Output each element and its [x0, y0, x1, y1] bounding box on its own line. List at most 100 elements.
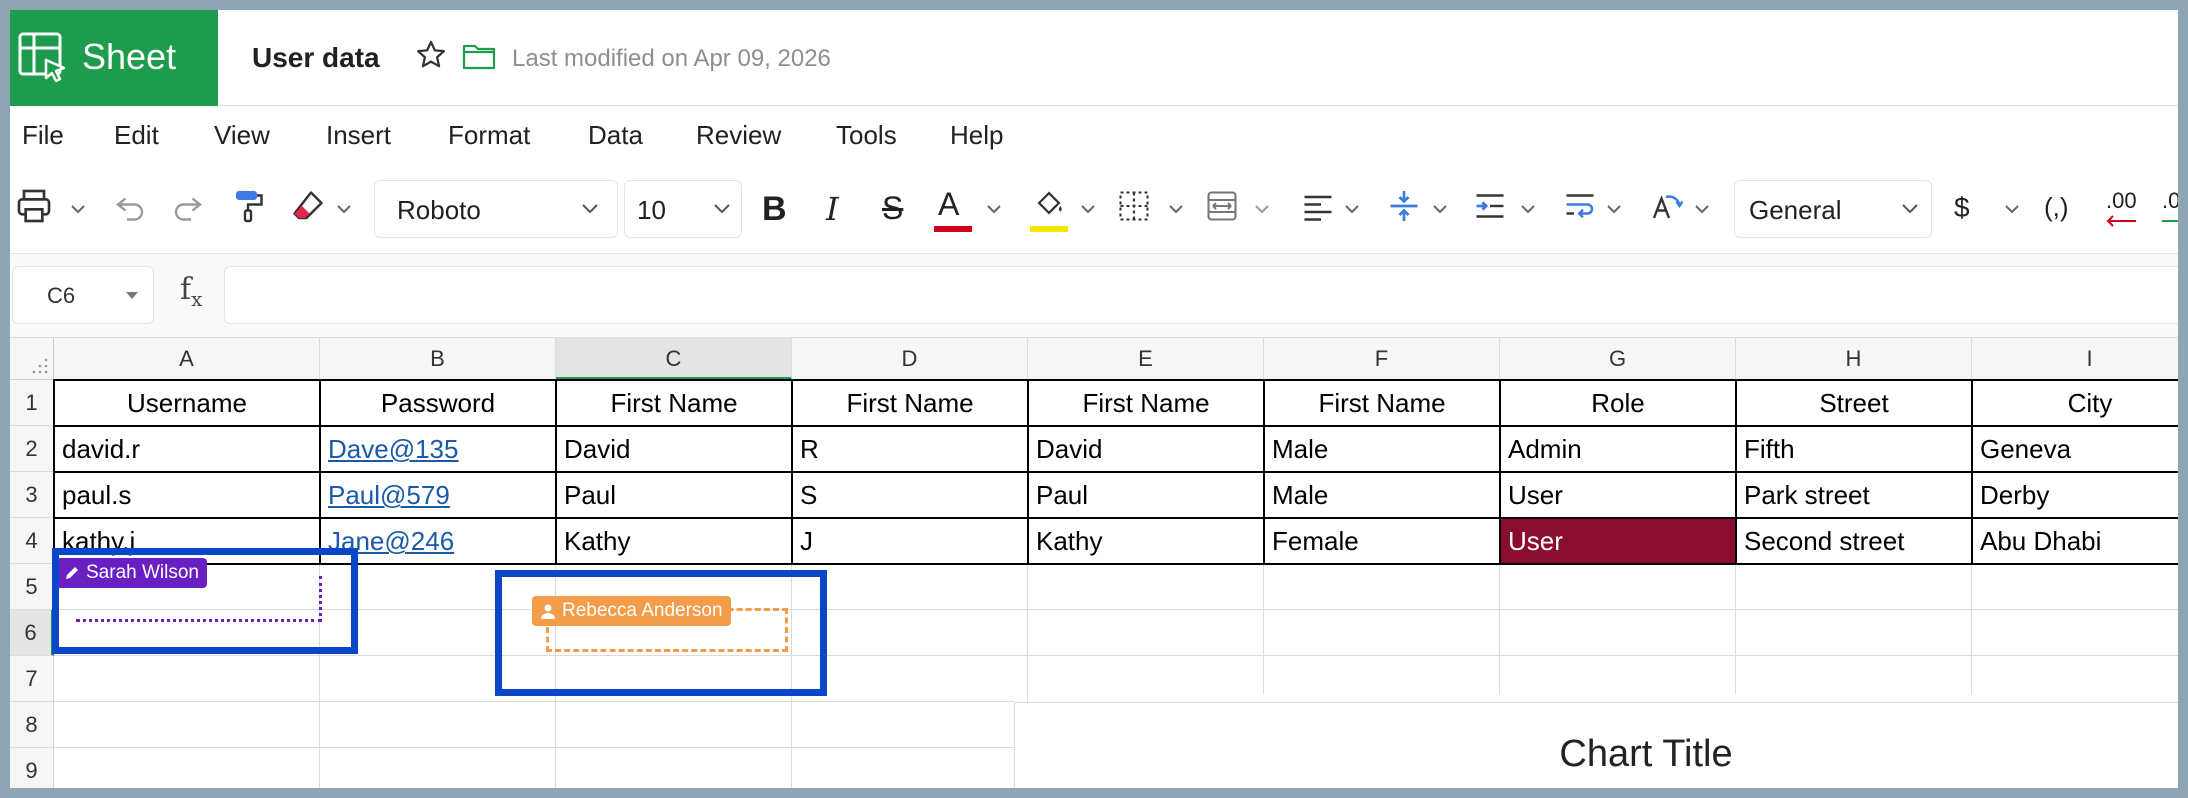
text-color-icon[interactable]: A — [934, 184, 972, 234]
clear-format-icon[interactable] — [290, 186, 326, 226]
row-header-3[interactable]: 3 — [10, 472, 54, 518]
menu-edit[interactable]: Edit — [114, 120, 159, 151]
redo-icon[interactable] — [170, 186, 206, 226]
cell-g3[interactable]: User — [1500, 472, 1736, 518]
cell-i3[interactable]: Derby — [1972, 472, 2178, 518]
header-cell-h[interactable]: Street — [1736, 380, 1972, 426]
header-cell-i[interactable]: City — [1972, 380, 2178, 426]
chevron-down-icon[interactable] — [1254, 204, 1270, 214]
cell-a2[interactable]: david.r — [54, 426, 320, 472]
cell-f4[interactable]: Female — [1264, 518, 1500, 564]
header-cell-e[interactable]: First Name — [1028, 380, 1264, 426]
cell-d2[interactable]: R — [792, 426, 1028, 472]
column-header-i[interactable]: I — [1972, 338, 2178, 380]
header-cell-g[interactable]: Role — [1500, 380, 1736, 426]
cell-h2[interactable]: Fifth — [1736, 426, 1972, 472]
column-header-b[interactable]: B — [320, 338, 556, 380]
row-header-1[interactable]: 1 — [10, 380, 54, 426]
cell-d3[interactable]: S — [792, 472, 1028, 518]
menu-format[interactable]: Format — [448, 120, 530, 151]
header-cell-d[interactable]: First Name — [792, 380, 1028, 426]
menu-data[interactable]: Data — [588, 120, 643, 151]
text-wrap-icon[interactable] — [1562, 186, 1598, 226]
bold-icon[interactable]: B — [762, 190, 787, 229]
column-header-f[interactable]: F — [1264, 338, 1500, 380]
menu-help[interactable]: Help — [950, 120, 1003, 151]
row-header-5[interactable]: 5 — [10, 564, 54, 610]
fill-color-icon[interactable] — [1030, 184, 1068, 234]
menu-tools[interactable]: Tools — [836, 120, 897, 151]
row-header-9[interactable]: 9 — [10, 748, 54, 788]
header-cell-a[interactable]: Username — [54, 380, 320, 426]
column-header-d[interactable]: D — [792, 338, 1028, 380]
cell-b2[interactable]: Dave@135 — [320, 426, 556, 472]
cell-c4[interactable]: Kathy — [556, 518, 792, 564]
cell-e3[interactable]: Paul — [1028, 472, 1264, 518]
cell-c2[interactable]: David — [556, 426, 792, 472]
print-icon[interactable] — [14, 186, 54, 226]
font-family-select[interactable]: Roboto — [374, 180, 618, 238]
cell-i2[interactable]: Geneva — [1972, 426, 2178, 472]
chart-container[interactable]: Chart Title — [1014, 702, 2178, 788]
chevron-down-icon[interactable] — [1694, 204, 1710, 214]
header-cell-f[interactable]: First Name — [1264, 380, 1500, 426]
chevron-down-icon[interactable] — [1168, 204, 1184, 214]
column-header-h[interactable]: H — [1736, 338, 1972, 380]
column-header-g[interactable]: G — [1500, 338, 1736, 380]
function-icon[interactable]: fx — [180, 272, 202, 311]
chart-title[interactable]: Chart Title — [1015, 733, 2178, 776]
strikethrough-icon[interactable]: S — [882, 190, 903, 227]
column-header-e[interactable]: E — [1028, 338, 1264, 380]
cell-b3[interactable]: Paul@579 — [320, 472, 556, 518]
increase-decimal-button[interactable]: .00 — [2160, 188, 2178, 234]
chevron-down-icon[interactable] — [2004, 204, 2020, 214]
app-brand[interactable]: Sheet — [10, 10, 218, 106]
document-title[interactable]: User data — [252, 42, 380, 74]
cell-i4[interactable]: Abu Dhabi — [1972, 518, 2178, 564]
menu-file[interactable]: File — [22, 120, 64, 151]
decrease-decimal-button[interactable]: .00 — [2104, 188, 2144, 234]
cell-g4[interactable]: User — [1500, 518, 1736, 564]
chevron-down-icon[interactable] — [70, 204, 86, 214]
align-left-icon[interactable] — [1300, 186, 1336, 226]
chevron-down-icon[interactable] — [336, 204, 352, 214]
chevron-down-icon[interactable] — [1432, 204, 1448, 214]
column-header-a[interactable]: A — [54, 338, 320, 380]
chevron-down-icon[interactable] — [1606, 204, 1622, 214]
row-header-8[interactable]: 8 — [10, 702, 54, 748]
cell-f3[interactable]: Male — [1264, 472, 1500, 518]
row-header-6[interactable]: 6 — [10, 610, 54, 656]
paint-format-icon[interactable] — [230, 186, 266, 226]
cell-e4[interactable]: Kathy — [1028, 518, 1264, 564]
row-header-7[interactable]: 7 — [10, 656, 54, 702]
currency-format-button[interactable]: $ — [1954, 192, 1970, 224]
star-icon[interactable] — [414, 38, 448, 72]
chevron-down-icon[interactable] — [1080, 204, 1096, 214]
font-size-select[interactable]: 10 — [624, 180, 742, 238]
chevron-down-icon[interactable] — [986, 204, 1002, 214]
row-header-4[interactable]: 4 — [10, 518, 54, 564]
chevron-down-icon[interactable] — [1344, 204, 1360, 214]
italic-icon[interactable]: I — [826, 190, 839, 228]
vertical-align-icon[interactable] — [1386, 186, 1422, 226]
menu-view[interactable]: View — [214, 120, 270, 151]
select-all-corner[interactable] — [10, 338, 54, 380]
undo-icon[interactable] — [112, 186, 148, 226]
borders-icon[interactable] — [1116, 186, 1152, 226]
indent-icon[interactable] — [1472, 186, 1508, 226]
cell-a3[interactable]: paul.s — [54, 472, 320, 518]
cell-reference-box[interactable]: C6 — [12, 266, 154, 324]
menu-insert[interactable]: Insert — [326, 120, 391, 151]
cell-h3[interactable]: Park street — [1736, 472, 1972, 518]
cell-e2[interactable]: David — [1028, 426, 1264, 472]
row-header-2[interactable]: 2 — [10, 426, 54, 472]
cell-d4[interactable]: J — [792, 518, 1028, 564]
cell-h4[interactable]: Second street — [1736, 518, 1972, 564]
header-cell-c[interactable]: First Name — [556, 380, 792, 426]
chevron-down-icon[interactable] — [1520, 204, 1536, 214]
column-header-c[interactable]: C — [556, 338, 792, 380]
folder-icon[interactable] — [462, 40, 496, 70]
text-rotation-icon[interactable] — [1648, 186, 1684, 226]
comma-style-button[interactable]: (,) — [2044, 192, 2069, 223]
formula-input[interactable] — [224, 266, 2178, 324]
